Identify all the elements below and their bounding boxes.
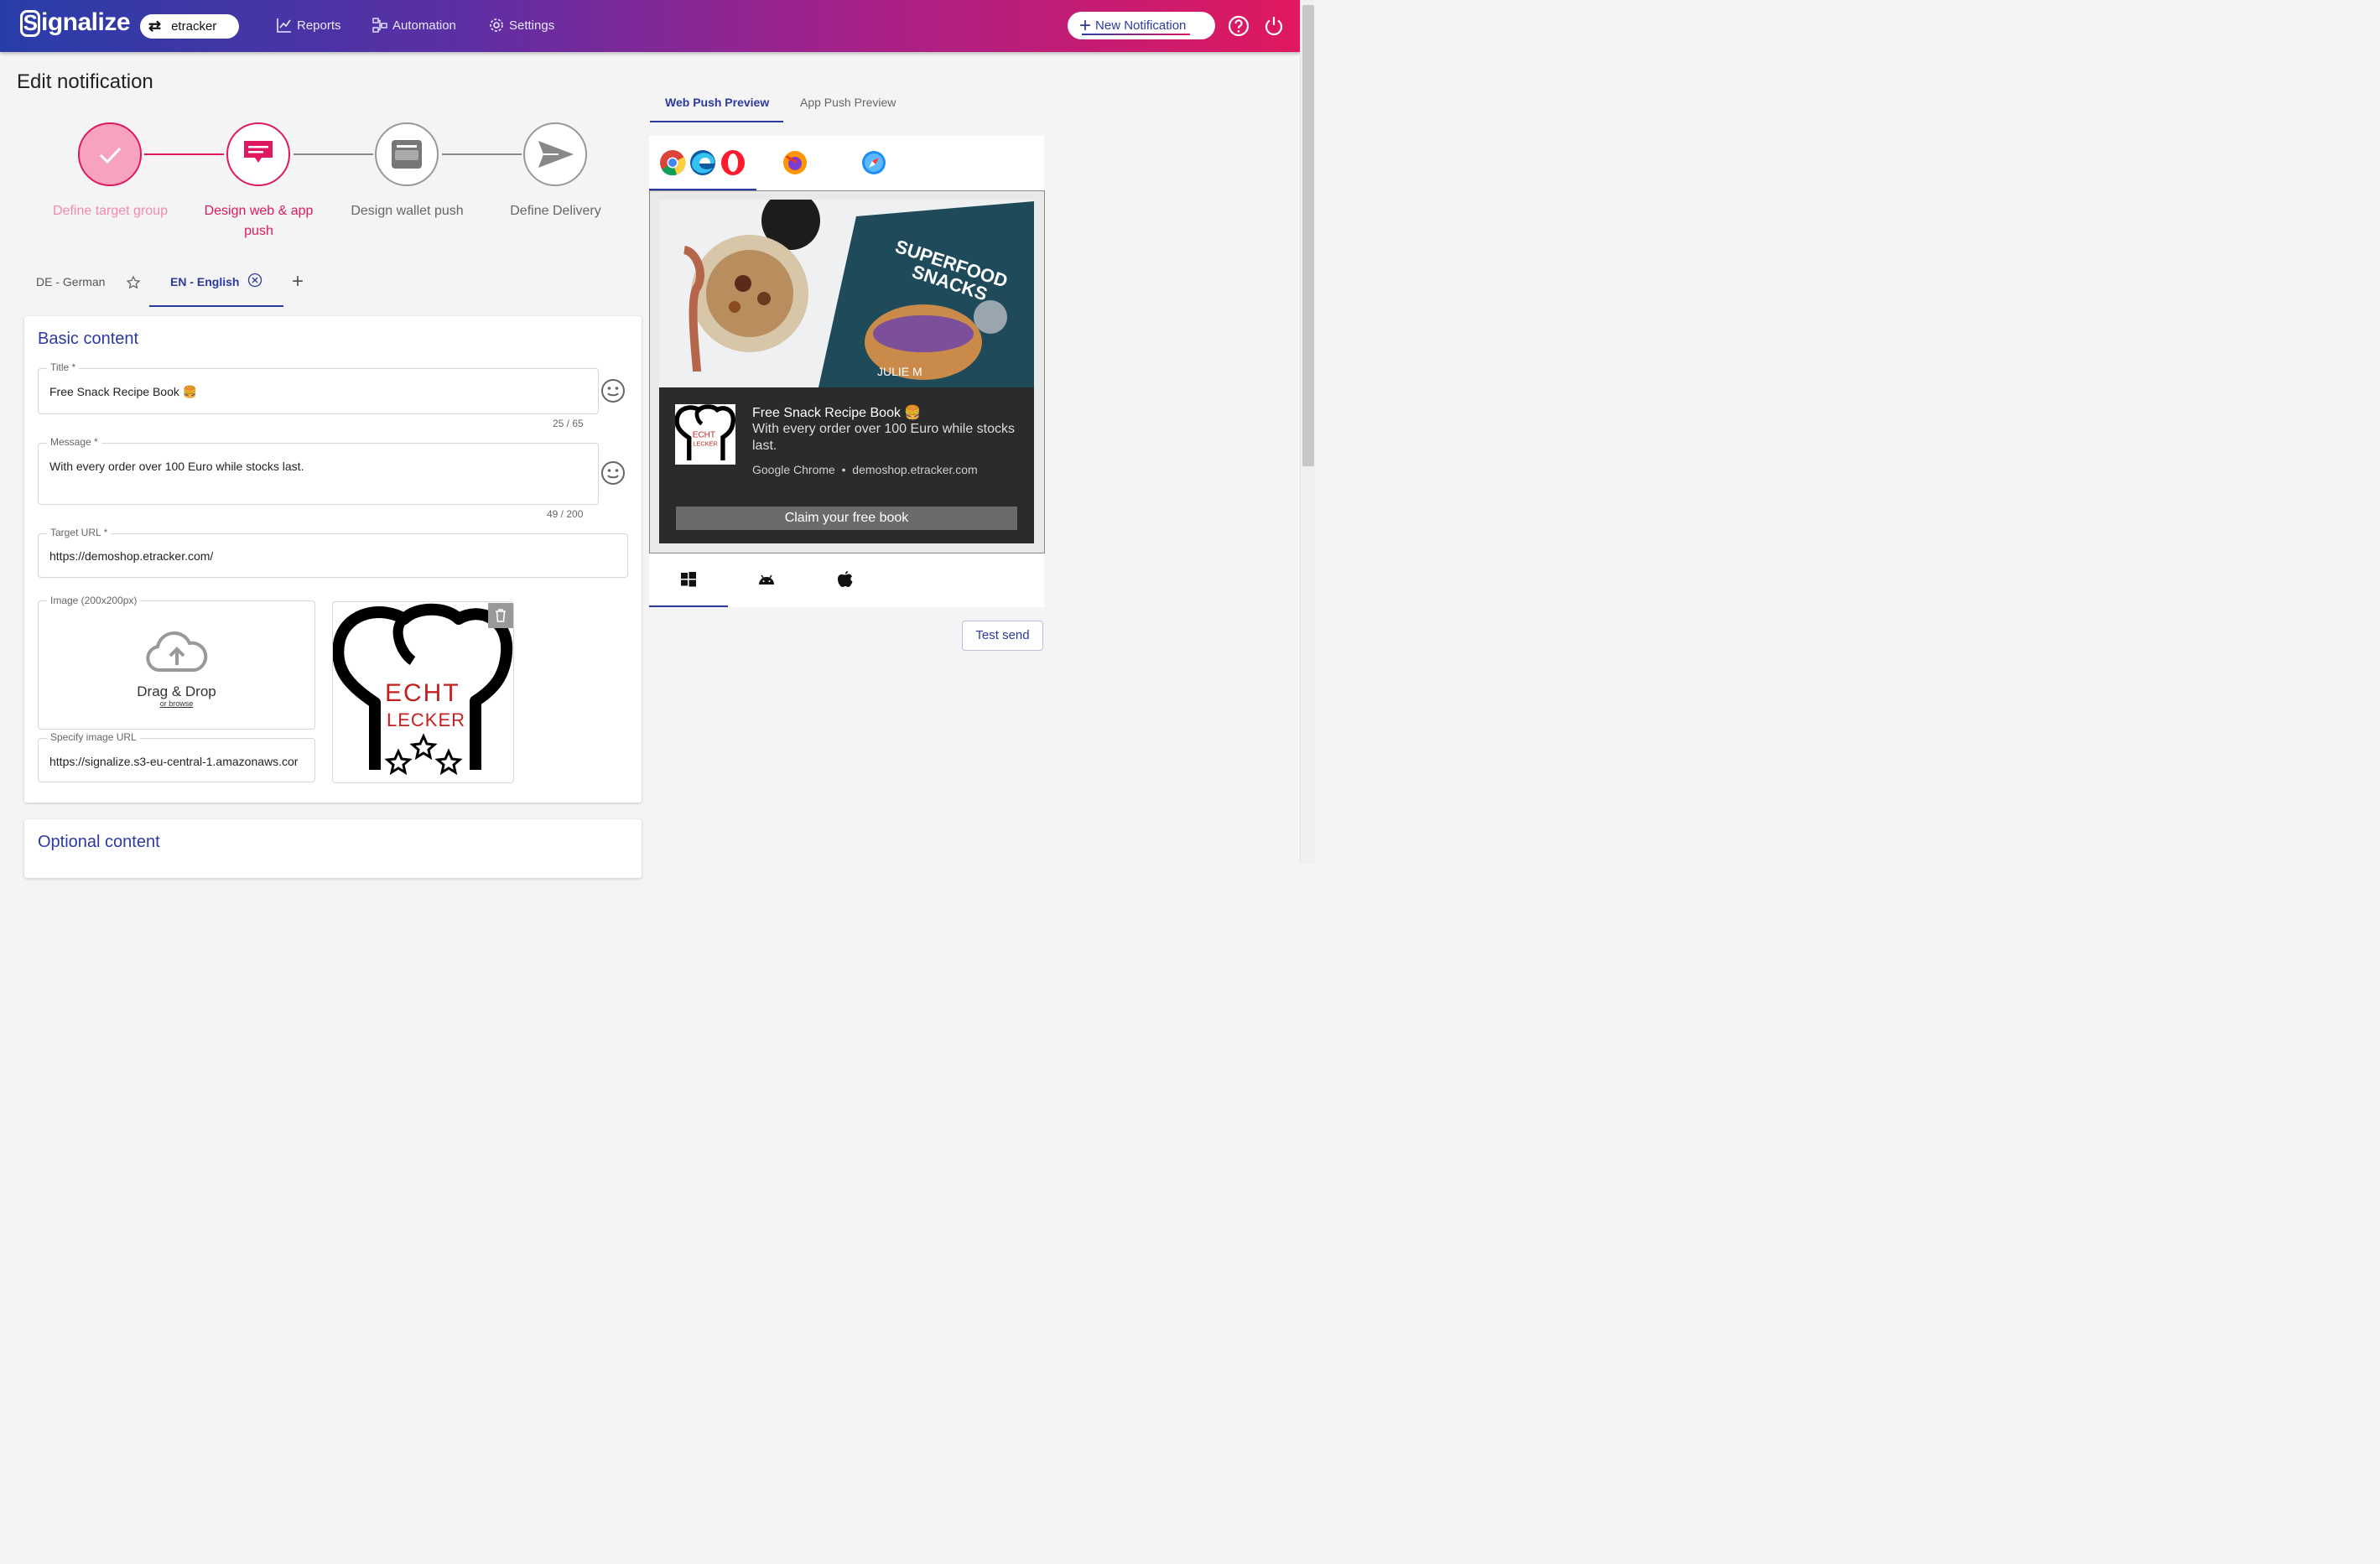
image-preview: ECHT LECKER bbox=[332, 601, 514, 783]
image-url-field[interactable]: Specify image URL https://signalize.s3-e… bbox=[38, 731, 315, 782]
target-url-field[interactable]: Target URL * https://demoshop.etracker.c… bbox=[38, 527, 628, 578]
star-icon[interactable] bbox=[126, 275, 141, 290]
gear-icon bbox=[490, 18, 503, 32]
scrollbar-thumb[interactable] bbox=[1302, 5, 1314, 466]
notification-title: Free Snack Recipe Book 🍔 bbox=[752, 406, 922, 420]
browse-link[interactable]: or browse bbox=[39, 699, 314, 708]
emoji-picker-icon[interactable] bbox=[600, 460, 626, 486]
nav-settings[interactable]: Settings bbox=[488, 17, 554, 34]
optional-content-title: Optional content bbox=[38, 833, 160, 851]
message-input[interactable]: With every order over 100 Euro while sto… bbox=[49, 460, 304, 473]
os-tabs bbox=[649, 553, 1044, 607]
power-icon[interactable] bbox=[1263, 15, 1285, 37]
edge-icon bbox=[690, 150, 715, 175]
message-counter: 49 / 200 bbox=[547, 508, 584, 520]
basic-content-title: Basic content bbox=[38, 330, 139, 348]
title-counter: 25 / 65 bbox=[553, 418, 584, 429]
delete-image-button[interactable] bbox=[488, 603, 513, 628]
opera-icon bbox=[721, 150, 745, 175]
active-os-indicator bbox=[649, 605, 728, 607]
notification-message: With every order over 100 Euro while sto… bbox=[752, 422, 1016, 453]
signalize-logo[interactable]: Signalize bbox=[20, 8, 131, 37]
new-notification-button[interactable]: + New Notification bbox=[1068, 12, 1215, 39]
nav-automation[interactable]: Automation bbox=[372, 17, 456, 34]
plus-icon: + bbox=[1079, 13, 1092, 37]
tab-app-push-preview[interactable]: App Push Preview bbox=[800, 96, 896, 109]
apple-icon[interactable] bbox=[838, 570, 853, 588]
logo-text-lecker: LECKER bbox=[387, 709, 465, 730]
tab-de-german[interactable]: DE - German bbox=[36, 275, 105, 288]
windows-icon bbox=[681, 572, 696, 587]
safari-icon[interactable] bbox=[860, 149, 887, 176]
message-field[interactable]: Message * With every order over 100 Euro… bbox=[38, 436, 599, 505]
flow-chart-icon bbox=[372, 18, 387, 33]
title-field[interactable]: Title * Free Snack Recipe Book 🍔 bbox=[38, 361, 599, 414]
account-name: etracker bbox=[171, 19, 217, 34]
trash-icon bbox=[496, 609, 506, 622]
browser-tabs bbox=[649, 136, 1044, 190]
page-title: Edit notification bbox=[17, 70, 153, 93]
active-tab-indicator bbox=[149, 305, 283, 307]
notification-hero-image: SUPERFOOD SNACKS JULIE M bbox=[659, 200, 1034, 387]
active-preview-tab-indicator bbox=[650, 121, 783, 122]
help-icon[interactable] bbox=[1228, 15, 1250, 37]
chef-hat-logo-image: ECHT LECKER bbox=[333, 603, 513, 776]
test-send-button[interactable]: Test send bbox=[962, 621, 1043, 651]
add-language-button[interactable]: + bbox=[292, 270, 304, 294]
logo-text-echt: ECHT bbox=[385, 679, 460, 707]
chrome-icon bbox=[660, 150, 686, 176]
svg-text:ECHT: ECHT bbox=[693, 431, 715, 440]
button-underline bbox=[1082, 34, 1190, 35]
notification-action-button[interactable]: Claim your free book bbox=[676, 507, 1017, 530]
title-input[interactable]: Free Snack Recipe Book 🍔 bbox=[49, 385, 197, 399]
image-dropzone[interactable]: Image (200x200px) Drag & Drop or browse bbox=[38, 595, 315, 730]
firefox-icon[interactable] bbox=[782, 149, 808, 176]
close-circle-icon[interactable] bbox=[247, 273, 262, 288]
top-bar: Signalize ⇄ etracker Reports Automation … bbox=[0, 0, 1300, 52]
swap-icon: ⇄ bbox=[148, 18, 162, 34]
cloud-upload-icon bbox=[146, 631, 208, 672]
os-tab-windows[interactable] bbox=[649, 553, 728, 605]
chat-bubble-icon bbox=[226, 122, 290, 186]
tab-en-english[interactable]: EN - English bbox=[170, 275, 239, 288]
page-scrollbar[interactable] bbox=[1300, 0, 1315, 864]
tab-web-push-preview[interactable]: Web Push Preview bbox=[665, 96, 769, 109]
drag-drop-label: Drag & Drop bbox=[137, 683, 216, 699]
book-author: JULIE M bbox=[877, 365, 922, 378]
wallet-icon bbox=[375, 122, 439, 186]
step-connector bbox=[144, 153, 224, 155]
notification-icon-image: ECHT LECKER bbox=[674, 404, 736, 465]
nav-reports[interactable]: Reports bbox=[276, 17, 341, 34]
emoji-picker-icon[interactable] bbox=[600, 378, 626, 403]
check-icon bbox=[78, 122, 142, 186]
android-icon[interactable] bbox=[758, 574, 775, 585]
chart-line-icon bbox=[277, 18, 291, 33]
svg-text:LECKER: LECKER bbox=[693, 440, 717, 448]
step-connector bbox=[442, 153, 522, 155]
browser-tab-chromium[interactable] bbox=[649, 136, 756, 189]
account-switcher[interactable]: ⇄ etracker bbox=[140, 14, 239, 39]
send-icon bbox=[523, 122, 587, 186]
notification-source: Google Chrome • demoshop.etracker.com bbox=[752, 463, 978, 476]
image-url-input[interactable]: https://signalize.s3-eu-central-1.amazon… bbox=[49, 755, 306, 768]
target-url-input[interactable]: https://demoshop.etracker.com/ bbox=[49, 549, 213, 563]
step-connector bbox=[294, 153, 373, 155]
